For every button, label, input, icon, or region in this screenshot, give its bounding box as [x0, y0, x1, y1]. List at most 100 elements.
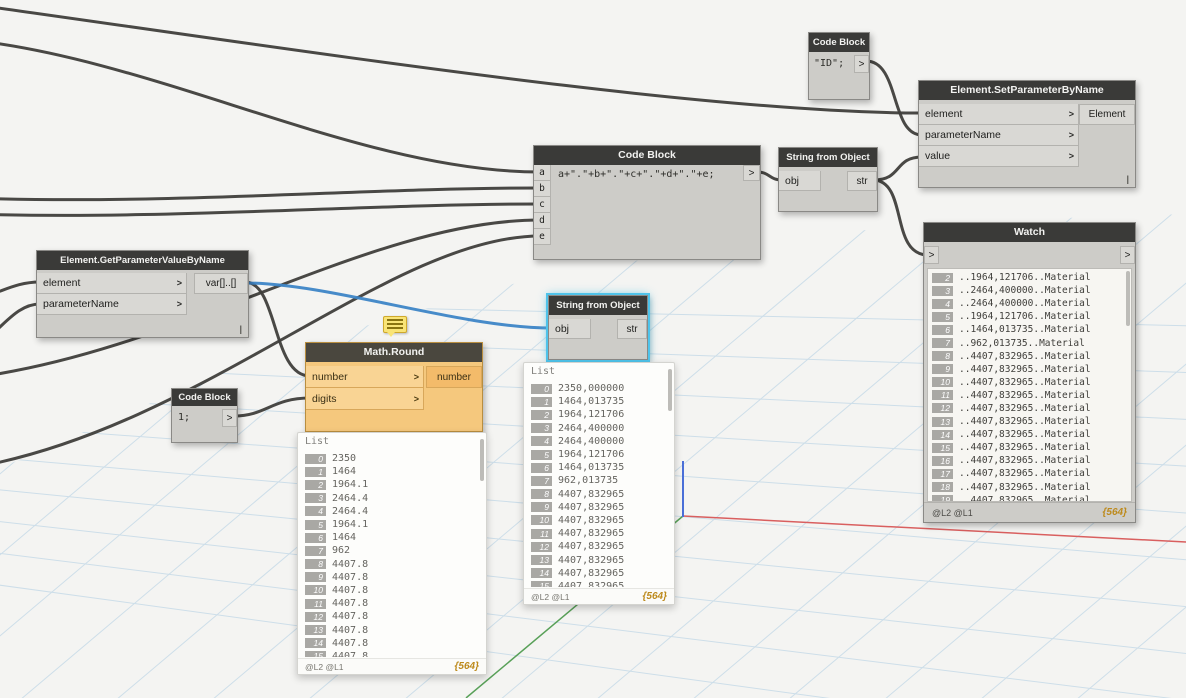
row-index: 13 [932, 417, 953, 427]
output-port-number[interactable]: number [426, 366, 482, 388]
wire-id-to-paramname[interactable] [866, 61, 922, 135]
node-set-parameter-by-name[interactable]: Element.SetParameterByName element > par… [918, 80, 1136, 188]
lacing-indicator[interactable]: | [1126, 174, 1129, 184]
port-chevron-icon[interactable]: > [1065, 151, 1078, 161]
input-port[interactable]: parameterName > [37, 294, 187, 315]
code-text[interactable]: "ID"; [814, 58, 844, 69]
input-port[interactable]: element > [37, 273, 187, 294]
preview-list[interactable]: 0 2350 1 1464 2 1964.1 3 2464.4 4 2464.4… [305, 452, 480, 657]
port-chevron-icon[interactable]: > [173, 278, 186, 288]
input-port[interactable]: e [534, 229, 551, 245]
output-port-element[interactable]: Element [1079, 104, 1135, 125]
input-port[interactable]: b [534, 181, 551, 197]
input-port[interactable]: number > [306, 366, 424, 388]
output-port-var[interactable]: var[]..[] [194, 273, 248, 294]
list-item: 13 4407.8 [305, 623, 480, 636]
node-watch[interactable]: Watch > > 2 ..1964,121706..Material 3 ..… [923, 222, 1136, 523]
lacing-indicator[interactable]: | [239, 324, 242, 334]
row-index: 10 [932, 377, 953, 387]
lacing-levels-label[interactable]: @L2 @L1 [305, 662, 344, 672]
port-chevron-icon[interactable]: > [1065, 109, 1078, 119]
input-port[interactable]: c [534, 197, 551, 213]
input-port[interactable]: parameterName > [919, 125, 1079, 146]
row-index: 3 [932, 286, 953, 296]
dynamo-canvas[interactable]: { "glyphs": { "chevron": ">", "lacing": … [0, 0, 1186, 698]
watch-list[interactable]: 2 ..1964,121706..Material 3 ..2464,40000… [927, 268, 1132, 502]
node-code-block-one[interactable]: Code Block 1; > [171, 388, 238, 443]
node-title[interactable]: Element.SetParameterByName [919, 81, 1135, 100]
lacing-levels-label[interactable]: @L2 @L1 [932, 508, 973, 518]
row-index: 11 [531, 529, 552, 539]
wire-one-to-round-digits[interactable] [234, 398, 310, 416]
input-port-obj[interactable]: obj [549, 319, 591, 339]
input-port[interactable]: d [534, 213, 551, 229]
row-value: 2464.4 [332, 506, 368, 517]
wire-to-codeblock-c[interactable] [0, 204, 540, 215]
list-item: 4 2464.4 [305, 505, 480, 518]
code-text[interactable]: 1; [178, 412, 190, 423]
node-get-parameter-value-by-name[interactable]: Element.GetParameterValueByName element … [36, 250, 249, 338]
node-title[interactable]: Code Block [172, 389, 237, 406]
row-value: 4407.8 [332, 598, 368, 609]
warning-note-icon[interactable] [383, 316, 407, 333]
code-text[interactable]: a+"."+b+"."+c+"."+d+"."+e; [558, 169, 715, 180]
row-value: ..4407,832965..Material [959, 351, 1091, 362]
node-title[interactable]: Code Block [809, 33, 869, 52]
output-port-str[interactable]: str [847, 171, 877, 191]
row-index: 11 [305, 599, 326, 609]
output-port[interactable]: > [743, 165, 760, 181]
node-title[interactable]: String from Object [779, 148, 877, 167]
input-port[interactable]: a [534, 165, 551, 181]
wire-to-element-input[interactable] [0, 4, 922, 113]
row-index: 13 [531, 555, 552, 565]
scrollbar-thumb[interactable] [668, 369, 672, 411]
lacing-levels-label[interactable]: @L2 @L1 [531, 592, 570, 602]
input-port-obj[interactable]: obj [779, 171, 821, 191]
row-index: 14 [531, 568, 552, 578]
preview-list[interactable]: 0 2350,000000 1 1464,013735 2 1964,12170… [531, 382, 668, 587]
preview-bubble-round: List 0 2350 1 1464 2 1964.1 3 2464.4 4 2… [297, 432, 487, 675]
input-port[interactable]: digits > [306, 388, 424, 410]
port-chevron-icon[interactable]: > [410, 394, 423, 404]
node-string-from-object-top[interactable]: String from Object obj str [778, 147, 878, 212]
row-value: 4407,832965 [558, 515, 624, 526]
row-value: 1464,013735 [558, 462, 624, 473]
input-port[interactable]: element > [919, 104, 1079, 125]
port-chevron-icon[interactable]: > [1065, 130, 1078, 140]
node-title[interactable]: String from Object [549, 296, 647, 315]
input-ports: element > parameterName > [37, 273, 187, 315]
watch-input-port[interactable]: > [924, 246, 939, 264]
wire-to-codeblock-b[interactable] [0, 188, 540, 200]
input-port[interactable]: value > [919, 146, 1079, 167]
output-port-str[interactable]: str [617, 319, 647, 339]
row-index: 6 [531, 463, 552, 473]
node-code-block-id[interactable]: Code Block "ID"; > [808, 32, 870, 100]
wire-str-to-watch[interactable] [874, 180, 928, 255]
port-label: parameterName [925, 129, 1001, 141]
node-title[interactable]: Code Block [534, 146, 760, 165]
list-item: 8 4407.8 [305, 558, 480, 571]
wire-to-getparam-paramname[interactable] [0, 304, 40, 344]
output-port[interactable]: > [222, 409, 237, 427]
scrollbar-thumb[interactable] [1126, 271, 1130, 326]
scrollbar-thumb[interactable] [480, 439, 484, 481]
node-title[interactable]: Math.Round [306, 343, 482, 362]
list-item: 13 4407,832965 [531, 553, 668, 566]
node-math-round[interactable]: Math.Round number > digits > number [305, 342, 483, 432]
port-chevron-icon[interactable]: > [173, 299, 186, 309]
output-port[interactable]: > [854, 55, 869, 73]
watch-row: 12 ..4407,832965..Material [932, 402, 1131, 415]
node-title[interactable]: Watch [924, 223, 1135, 242]
node-title[interactable]: Element.GetParameterValueByName [37, 251, 248, 270]
node-string-from-object-selected[interactable]: String from Object obj str [548, 295, 648, 360]
wire-to-getparam-element[interactable] [0, 282, 40, 298]
node-code-block-concat[interactable]: Code Block a b c d e a+"."+b+"."+c+"."+d… [533, 145, 761, 260]
port-chevron-icon[interactable]: > [410, 372, 423, 382]
wire-str-to-value[interactable] [874, 157, 922, 180]
row-value: 4407.8 [332, 585, 368, 596]
list-item: 2 1964,121706 [531, 408, 668, 421]
watch-row: 15 ..4407,832965..Material [932, 441, 1131, 454]
row-value: 2350,000000 [558, 383, 624, 394]
wire-to-codeblock-a[interactable] [0, 40, 540, 172]
watch-output-port[interactable]: > [1120, 246, 1135, 264]
